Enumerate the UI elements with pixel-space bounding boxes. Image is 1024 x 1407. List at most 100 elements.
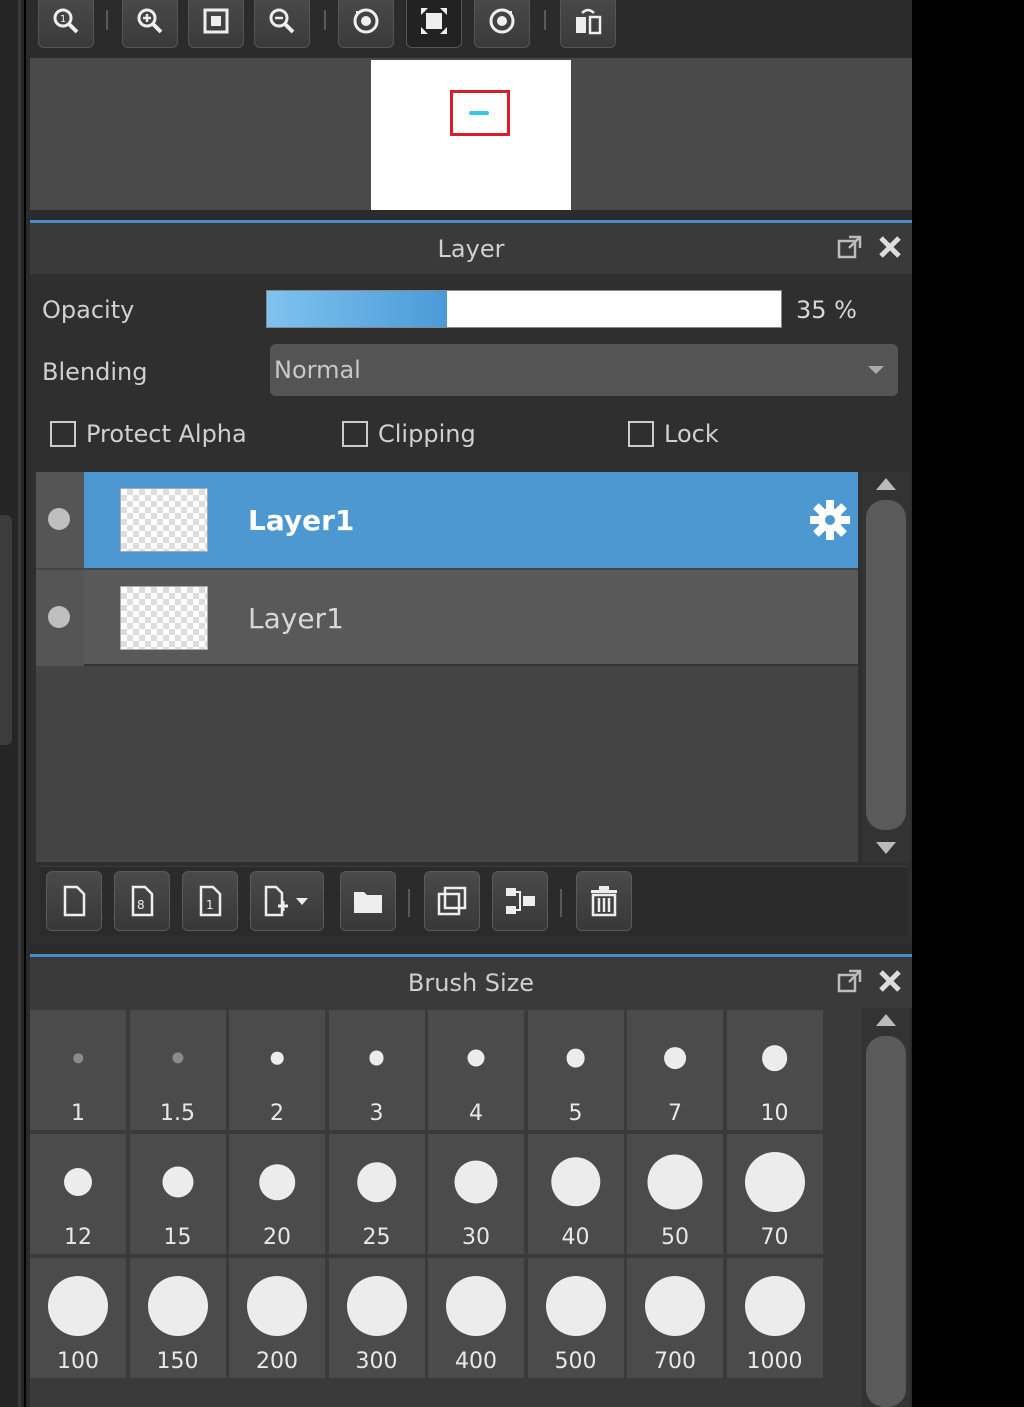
scroll-down-arrow[interactable] [876,842,896,854]
close-panel-icon[interactable] [876,233,904,261]
lock-checkbox[interactable]: Lock [628,420,719,448]
add-layer-menu-button[interactable] [250,871,324,931]
brush-size-cell[interactable]: 2 [229,1010,325,1130]
layer-panel-title: Layer [437,234,505,263]
clipping-checkbox[interactable]: Clipping [342,420,476,448]
brush-size-label: 150 [156,1349,199,1374]
brush-dot-icon [550,1157,601,1207]
brush-size-cell[interactable]: 300 [328,1258,425,1378]
brush-size-cell[interactable]: 1000 [726,1258,823,1378]
brush-size-cell[interactable]: 4 [428,1010,524,1130]
brush-size-cell[interactable]: 150 [129,1258,226,1378]
layer-thumbnail [120,488,208,552]
checkbox-box[interactable] [50,421,76,447]
toolbar-separator [408,889,410,917]
checkbox-box[interactable] [342,421,368,447]
flip-button[interactable] [560,0,616,48]
brush-dot-icon [346,1276,407,1336]
opacity-label: Opacity [42,296,135,324]
layer-toolbar: 8 1 [40,866,908,936]
protect-alpha-checkbox[interactable]: Protect Alpha [50,420,247,448]
fit-icon [203,8,229,34]
fit-screen-button[interactable] [188,0,244,48]
brush-size-cell[interactable]: 400 [428,1258,524,1378]
visibility-toggle[interactable] [36,570,84,666]
close-panel-icon[interactable] [876,967,904,995]
gear-icon[interactable] [808,498,852,542]
clipping-label: Clipping [378,420,476,448]
rotate-right-icon [489,8,515,34]
brush-size-cell[interactable]: 30 [428,1134,524,1254]
scroll-up-arrow[interactable] [876,478,896,490]
brush-size-cell[interactable]: 200 [229,1258,325,1378]
scrollbar-thumb[interactable] [866,500,906,830]
rotate-right-button[interactable] [474,0,530,48]
brush-size-cell[interactable]: 100 [30,1258,126,1378]
svg-text:1: 1 [206,898,214,912]
layer-panel-header: Layer [30,220,912,274]
brush-size-cell[interactable]: 25 [328,1134,425,1254]
blending-value: Normal [274,356,361,384]
layer-row-main[interactable]: Layer1 [84,472,858,568]
brush-size-cell[interactable]: 12 [30,1134,126,1254]
layer-row-selected[interactable]: Layer1 [36,472,858,568]
layer-row[interactable]: Layer1 [36,570,858,666]
new-folder-button[interactable] [340,871,396,931]
detach-panel-icon[interactable] [836,233,864,261]
toolbar-separator [544,10,546,30]
brush-size-cell[interactable]: 3 [328,1010,425,1130]
duplicate-layer-button[interactable] [424,871,480,931]
brush-size-cell[interactable]: 700 [627,1258,723,1378]
detach-panel-icon[interactable] [836,967,864,995]
navigator-preview[interactable] [30,58,912,210]
brush-size-cell[interactable]: 10 [726,1010,823,1130]
layer-row-main[interactable]: Layer1 [84,570,858,666]
scroll-up-arrow[interactable] [876,1014,896,1026]
checkbox-box[interactable] [628,421,654,447]
opacity-slider[interactable] [266,290,782,328]
brush-size-label: 70 [760,1225,789,1250]
brush-size-cell[interactable]: 40 [527,1134,624,1254]
layer-list: Layer1 Layer1 [36,472,858,862]
new-8bit-layer-button[interactable]: 8 [114,871,170,931]
new-1bit-layer-button[interactable]: 1 [182,871,238,931]
brush-size-label: 700 [654,1349,696,1374]
left-scroll-handle[interactable] [0,515,12,745]
brush-dot-icon [566,1048,585,1068]
navigator-toolbar: 1 [26,0,912,56]
blending-dropdown[interactable]: Normal [270,344,898,396]
brush-size-cell[interactable]: 20 [229,1134,325,1254]
brush-grid-scrollbar[interactable] [862,1008,910,1407]
zoom-out-icon [269,8,295,34]
brush-size-label: 12 [64,1225,92,1250]
rotate-left-button[interactable] [338,0,394,48]
brush-size-cell[interactable]: 50 [627,1134,723,1254]
brush-size-cell[interactable]: 70 [726,1134,823,1254]
delete-layer-button[interactable] [576,871,632,931]
brush-size-cell[interactable]: 1.5 [129,1010,226,1130]
visibility-toggle[interactable] [36,472,84,568]
navigator-canvas-thumbnail [371,60,571,210]
brush-size-cell[interactable]: 15 [129,1134,226,1254]
zoom-in-button[interactable] [122,0,178,48]
svg-text:1: 1 [60,14,66,25]
reset-view-button[interactable] [406,0,462,48]
brush-size-panel-header: Brush Size [30,954,912,1008]
merge-down-button[interactable] [492,871,548,931]
zoom-actual-button[interactable]: 1 [38,0,94,48]
brush-size-cell[interactable]: 500 [527,1258,624,1378]
navigator-view-rectangle[interactable] [450,90,510,136]
brush-size-label: 1 [71,1101,85,1126]
brush-dot-icon [270,1051,284,1065]
brush-size-cell[interactable]: 7 [627,1010,723,1130]
left-divider [18,0,21,1407]
brush-dot-icon [664,1047,686,1069]
zoom-out-button[interactable] [254,0,310,48]
brush-size-cell[interactable]: 5 [527,1010,624,1130]
brush-size-cell[interactable]: 1 [30,1010,126,1130]
layer-list-scrollbar[interactable] [862,472,910,862]
brush-dot-icon [48,1276,108,1336]
new-layer-button[interactable] [46,871,102,931]
brush-size-label: 15 [163,1225,192,1250]
scrollbar-thumb[interactable] [866,1036,906,1407]
